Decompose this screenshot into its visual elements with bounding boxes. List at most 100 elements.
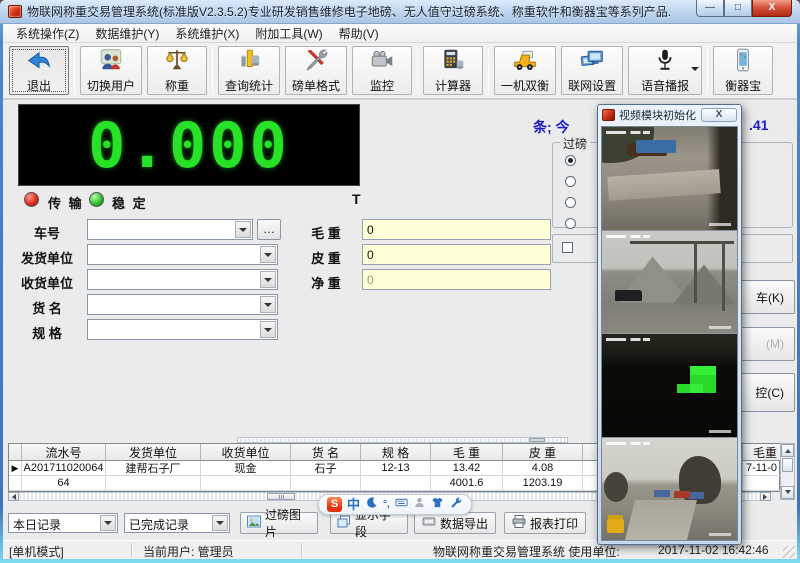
tare-weight-field[interactable]: 0 (362, 244, 551, 265)
spec-combobox[interactable] (87, 319, 278, 340)
data-export-button[interactable]: 数据导出 (414, 512, 496, 534)
show-fields-button[interactable]: 显示字段 (330, 512, 408, 534)
dropdown-arrow-icon[interactable] (260, 246, 276, 263)
plate-browse-button[interactable]: … (257, 219, 281, 240)
dual-scale-button[interactable]: 一机双衡 (494, 46, 556, 95)
video-window-titlebar[interactable]: 视频模块初始化... X (598, 105, 741, 125)
col-serial[interactable]: 流水号 (22, 444, 106, 461)
resize-grip[interactable] (783, 546, 795, 558)
ime-skin-icon[interactable] (431, 496, 444, 514)
col-spec[interactable]: 规 格 (361, 444, 431, 461)
video-feed-2[interactable] (602, 231, 737, 334)
record-range-select[interactable]: 本日记录 (8, 513, 118, 533)
receiver-combobox[interactable] (87, 269, 278, 290)
voice-dropdown-caret-icon[interactable] (691, 67, 699, 75)
weigh-mode-radio-1[interactable] (565, 155, 576, 166)
col-gross[interactable]: 毛 重 (431, 444, 503, 461)
scroll-up-icon[interactable] (781, 444, 794, 457)
scroll-right-icon[interactable] (760, 492, 771, 501)
report-print-button[interactable]: 报表打印 (504, 512, 586, 534)
menu-data-maintenance[interactable]: 数据维护(Y) (88, 24, 166, 43)
toolbar: 退出 切换用户 称重 查询统计 磅单格式 监控 计算器 (3, 43, 797, 100)
scroll-down-icon[interactable] (781, 486, 794, 499)
cell-count[interactable]: 64 (22, 476, 106, 491)
cell-goods[interactable]: 石子 (291, 461, 361, 476)
net-weight-field: 0 (362, 269, 551, 290)
cell-tare-total[interactable]: 1203.19 (503, 476, 583, 491)
close-button[interactable]: X (752, 0, 792, 17)
dropdown-arrow-icon[interactable] (235, 221, 251, 238)
cell-receiver[interactable]: 现金 (201, 461, 291, 476)
osd-channel (709, 326, 731, 329)
menu-bar: 系统操作(Z) 数据维护(Y) 系统维护(X) 附加工具(W) 帮助(V) (3, 24, 797, 43)
video-feed-1[interactable] (602, 127, 737, 230)
osd-timestamp (606, 131, 650, 134)
ime-keyboard-icon[interactable] (395, 496, 408, 514)
toolbar-separator (707, 48, 708, 94)
ime-punct-toggle[interactable]: °, (383, 497, 390, 512)
row-marker (9, 476, 22, 491)
dropdown-arrow-icon[interactable] (100, 515, 116, 531)
video-window[interactable]: 视频模块初始化... X (597, 104, 742, 545)
ticket-format-button[interactable]: 磅单格式 (285, 46, 347, 95)
col-goods[interactable]: 货 名 (291, 444, 361, 461)
exit-button[interactable]: 退出 (9, 46, 69, 95)
dropdown-arrow-icon[interactable] (260, 321, 276, 338)
col-shipper[interactable]: 发货单位 (106, 444, 201, 461)
weigh-photos-button[interactable]: 过磅图片 (240, 512, 318, 534)
ime-user-icon[interactable] (413, 496, 426, 514)
ime-language-toggle[interactable]: 中 (347, 497, 360, 512)
cell-gross-total[interactable]: 4001.6 (431, 476, 503, 491)
menu-help[interactable]: 帮助(V) (332, 24, 386, 43)
ticket-format-icon (303, 47, 329, 76)
video-window-close-button[interactable]: X (701, 108, 737, 122)
calculator-button[interactable]: 计算器 (423, 46, 483, 95)
shipper-combobox[interactable] (87, 244, 278, 265)
weigh-mode-radio-2[interactable] (565, 176, 576, 187)
col-receiver[interactable]: 收货单位 (201, 444, 291, 461)
video-feed-3[interactable] (602, 334, 737, 437)
weigh-mode-radio-4[interactable] (565, 218, 576, 229)
col-tare[interactable]: 皮 重 (503, 444, 583, 461)
scroll-left-icon[interactable] (8, 492, 19, 501)
ime-toolbar[interactable]: S 中 °, (318, 494, 472, 515)
monitor-button[interactable]: 监控 (352, 46, 412, 95)
cell-gross[interactable]: 13.42 (431, 461, 503, 476)
weigh-button[interactable]: 称重 (147, 46, 207, 95)
dropdown-arrow-icon[interactable] (260, 296, 276, 313)
title-bar[interactable]: 物联网称重交易管理系统(标准版V2.3.5.2)专业研发销售维修电子地磅、无人值… (0, 0, 800, 24)
query-statistics-button[interactable]: 查询统计 (218, 46, 280, 95)
col-gross-time-fragment[interactable]: 毛重 (743, 444, 781, 461)
cell-serial[interactable]: A201711020064 (22, 461, 106, 476)
maximize-button[interactable]: □ (724, 0, 752, 17)
horizontal-scroll-thumb[interactable] (267, 493, 295, 500)
minimize-button[interactable]: — (696, 0, 724, 17)
dropdown-arrow-icon[interactable] (212, 515, 228, 531)
microphone-icon (652, 47, 678, 76)
gross-weight-field[interactable]: 0 (362, 219, 551, 240)
table-vertical-scrollbar[interactable] (780, 443, 795, 500)
vertical-scroll-thumb[interactable] (782, 458, 793, 472)
scale-treasure-button[interactable]: 衡器宝 (713, 46, 773, 95)
menu-system-operation[interactable]: 系统操作(Z) (9, 24, 86, 43)
ime-wrench-icon[interactable] (449, 496, 462, 514)
cell-tare[interactable]: 4.08 (503, 461, 583, 476)
switch-user-button[interactable]: 切换用户 (80, 46, 142, 95)
cell-shipper[interactable]: 建帮石子厂 (106, 461, 201, 476)
video-feed-4[interactable] (602, 438, 737, 541)
plate-number-combobox[interactable] (87, 219, 253, 240)
goods-name-combobox[interactable] (87, 294, 278, 315)
today-summary-fragment-right: .41 (749, 117, 768, 133)
dropdown-arrow-icon[interactable] (260, 271, 276, 288)
menu-system-maintenance[interactable]: 系统维护(X) (168, 24, 246, 43)
menu-extra-tools[interactable]: 附加工具(W) (248, 24, 329, 43)
weigh-mode-radio-3[interactable] (565, 197, 576, 208)
network-settings-button[interactable]: 联网设置 (561, 46, 623, 95)
cell-gross-time-fragment[interactable]: 7-11-0 (743, 461, 781, 476)
ime-logo-icon[interactable]: S (327, 497, 342, 512)
ime-moon-icon[interactable] (365, 496, 378, 514)
cell-spec[interactable]: 12-13 (361, 461, 431, 476)
voice-broadcast-button[interactable]: 语音播报 (628, 46, 702, 95)
option-checkbox[interactable] (562, 242, 573, 253)
record-status-select[interactable]: 已完成记录 (124, 513, 230, 533)
